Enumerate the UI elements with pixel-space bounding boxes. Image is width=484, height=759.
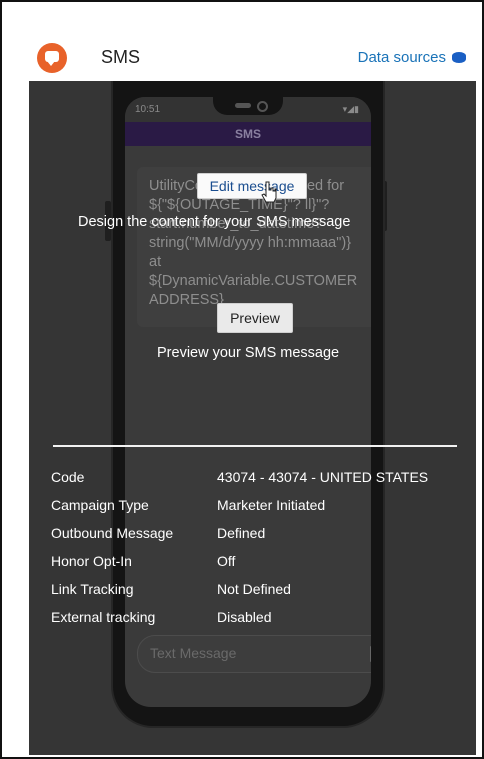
divider xyxy=(53,445,457,447)
detail-label: Outbound Message xyxy=(51,525,174,541)
hand-cursor-icon xyxy=(261,181,277,203)
message-line-tail: ll}"? xyxy=(304,197,330,213)
database-icon xyxy=(452,51,466,63)
sms-details-list: Code 43074 - 43074 - UNITED STATES Campai… xyxy=(51,469,471,637)
detail-label: External tracking xyxy=(51,609,156,625)
preview-caption: Preview your SMS message xyxy=(157,345,340,361)
preview-button[interactable]: Preview xyxy=(217,303,293,333)
detail-value: Defined xyxy=(217,525,266,541)
message-line-tail: ed for xyxy=(306,178,345,194)
detail-row: External tracking Disabled xyxy=(51,609,471,637)
phone-app-title: SMS xyxy=(125,122,371,146)
send-icon[interactable] xyxy=(370,646,371,662)
detail-row: Outbound Message Defined xyxy=(51,525,471,553)
message-line: UtilityCo xyxy=(149,178,203,194)
phone-status-bar: 10:51 ▾◢▮ xyxy=(125,97,371,122)
detail-label: Honor Opt-In xyxy=(51,553,132,569)
data-sources-link[interactable]: Data sources xyxy=(358,49,466,66)
detail-label: Code xyxy=(51,469,85,485)
phone-notch xyxy=(213,97,283,115)
edit-message-button[interactable]: Edit message xyxy=(197,173,307,199)
message-line: at xyxy=(149,254,162,270)
sms-preview-panel: 10:51 ▾◢▮ SMS UtilityCo ed for ${"${OUTAG… xyxy=(29,81,476,755)
detail-value: Off xyxy=(217,553,236,569)
edit-caption: Design the content for your SMS message xyxy=(78,214,351,230)
detail-value: Marketer Initiated xyxy=(217,497,326,513)
detail-row: Link Tracking Not Defined xyxy=(51,581,471,609)
compose-placeholder: Text Message xyxy=(150,645,237,661)
status-time: 10:51 xyxy=(135,104,161,115)
header: SMS Data sources xyxy=(29,33,476,81)
page-title: SMS xyxy=(101,47,141,67)
detail-value: Disabled xyxy=(217,609,272,625)
detail-value: Not Defined xyxy=(217,581,291,597)
detail-label: Link Tracking xyxy=(51,581,134,597)
detail-row: Honor Opt-In Off xyxy=(51,553,471,581)
detail-value: 43074 - 43074 - UNITED STATES xyxy=(217,469,429,485)
status-icons: ▾◢▮ xyxy=(342,104,359,114)
detail-label: Campaign Type xyxy=(51,497,149,513)
data-sources-label: Data sources xyxy=(357,49,446,66)
message-line: string("MM/d/yyyy hh:mmaaa")} xyxy=(149,235,352,251)
detail-row: Code 43074 - 43074 - UNITED STATES xyxy=(51,469,471,497)
message-line: ${"${OUTAGE_TIME}"? xyxy=(149,197,301,213)
chat-bubble-icon xyxy=(37,43,67,73)
message-line: ${DynamicVariable.CUSTOMER xyxy=(149,273,358,289)
compose-field[interactable]: Text Message xyxy=(137,635,371,673)
detail-row: Campaign Type Marketer Initiated xyxy=(51,497,471,525)
